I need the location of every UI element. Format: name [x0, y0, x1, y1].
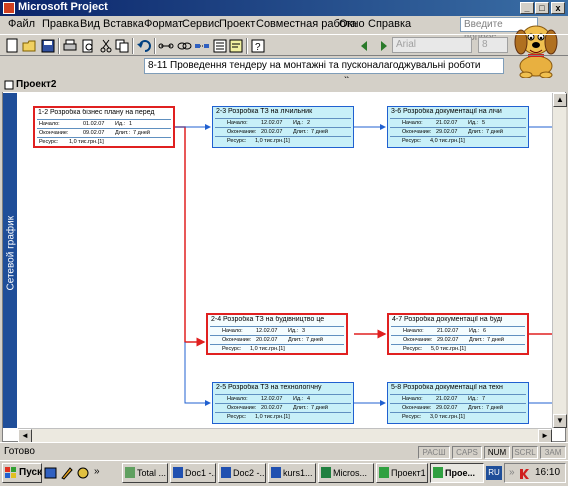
antivirus-k-icon[interactable] — [519, 468, 529, 479]
toolbar-separator — [132, 38, 134, 54]
connector-1-3 — [175, 126, 206, 347]
menu-tools[interactable]: Сервис — [182, 18, 220, 30]
notes-icon[interactable] — [228, 38, 244, 54]
font-size-select[interactable]: 8 — [478, 37, 508, 53]
taskbar-button[interactable]: kurs1... — [268, 463, 316, 483]
menu-file[interactable]: Файл — [8, 18, 35, 30]
quicklaunch-edit-icon[interactable] — [44, 466, 58, 480]
view-bar[interactable]: Сетевой график — [3, 93, 17, 428]
toolbar-separator — [246, 38, 248, 54]
scroll-right-icon[interactable]: ► — [538, 429, 552, 443]
svg-text:?: ? — [255, 42, 261, 53]
taskbar-button[interactable]: Проект1 — [376, 463, 428, 483]
task-node-title: 5-8 Розробка документації на техн — [391, 384, 503, 391]
project-icon — [433, 467, 443, 478]
excel-icon — [321, 467, 331, 478]
menu-help[interactable]: Справка — [368, 18, 411, 30]
task-node[interactable]: 1-2 Розробка бізнес плану на перед Начал… — [33, 106, 175, 148]
task-node-title: 3-6 Розробка документації на лічи — [391, 108, 502, 115]
taskbar-button[interactable]: Doc1 -... — [170, 463, 216, 483]
hyperlink-icon[interactable] — [176, 38, 192, 54]
menu-insert[interactable]: Вставка — [103, 18, 144, 30]
cut-icon[interactable] — [98, 38, 114, 54]
quicklaunch-brush-icon[interactable] — [60, 466, 74, 480]
task-node[interactable]: 2-4 Розробка ТЗ на будівництво це Начало… — [206, 313, 348, 355]
divider — [37, 119, 171, 120]
menu-window[interactable]: Окно — [339, 18, 365, 30]
print-icon[interactable] — [62, 38, 78, 54]
taskbar-button[interactable]: Micros... — [318, 463, 374, 483]
taskbar-button[interactable]: Doc2 -... — [218, 463, 266, 483]
project-window-title: Проект2 — [16, 79, 57, 90]
windows-logo-icon — [5, 467, 16, 478]
save-icon[interactable] — [40, 38, 56, 54]
menu-format[interactable]: Формат — [144, 18, 183, 30]
project-icon — [379, 467, 389, 478]
task-node-title: 1-2 Розробка бізнес плану на перед — [38, 109, 155, 116]
status-bar: Готово РАСШ CAPS NUM SCRL ЗАМ — [0, 442, 568, 460]
window-title-bar[interactable]: Microsoft Project _ □ x — [0, 0, 568, 16]
clock: 16:10 — [535, 467, 561, 478]
system-tray: » 16:10 — [504, 463, 566, 483]
word-icon — [271, 467, 281, 478]
view-label: Сетевой график — [5, 215, 17, 291]
task-info-icon[interactable] — [212, 38, 228, 54]
new-icon[interactable] — [4, 38, 20, 54]
window-title: Microsoft Project — [18, 1, 108, 13]
task-node[interactable]: 4-7 Розробка документації на буді Начало… — [387, 313, 529, 355]
word-icon — [221, 467, 231, 478]
task-name-entry-field[interactable]: 8-11 Проведення тендеру на монтажні та п… — [144, 58, 504, 74]
taskbar-button[interactable]: Total ... — [122, 463, 168, 483]
task-node[interactable]: 5-8 Розробка документації на техн Начало… — [387, 382, 529, 424]
network-diagram-canvas[interactable]: 1-2 Розробка бізнес плану на перед Начал… — [18, 93, 552, 428]
horizontal-scrollbar[interactable]: ◄ ► — [18, 428, 552, 443]
quicklaunch-tool-icon[interactable] — [76, 466, 90, 480]
undo-icon[interactable] — [136, 38, 152, 54]
start-button[interactable]: Пуск — [2, 463, 42, 483]
print-preview-icon[interactable] — [80, 38, 96, 54]
vertical-scrollbar[interactable]: ▲ ▼ — [552, 93, 567, 428]
status-indicator-caps: CAPS — [452, 446, 482, 459]
arrow-right-icon[interactable] — [374, 38, 390, 54]
arrow-left-icon[interactable] — [358, 38, 374, 54]
taskbar-button-active[interactable]: Прое... — [430, 463, 484, 483]
menu-edit[interactable]: Правка — [42, 18, 79, 30]
task-node-title: 4-7 Розробка документації на буді — [392, 316, 503, 323]
copy-icon[interactable] — [114, 38, 130, 54]
split-task-icon[interactable] — [194, 38, 210, 54]
app-icon — [125, 467, 135, 478]
help-icon[interactable]: ? — [250, 38, 266, 54]
word-icon — [173, 467, 183, 478]
project-window-title-bar[interactable]: Проект2 — [2, 78, 566, 92]
scroll-left-icon[interactable]: ◄ — [18, 429, 32, 443]
menu-view[interactable]: Вид — [80, 18, 100, 30]
language-indicator[interactable]: RU — [486, 466, 502, 480]
task-node-title: 2-4 Розробка ТЗ на будівництво це — [211, 316, 325, 323]
task-node[interactable]: 2-3 Розробка ТЗ на лічильник Начало: 12.… — [212, 106, 354, 148]
open-icon[interactable] — [22, 38, 38, 54]
task-node-title: 2-3 Розробка ТЗ на лічильник — [216, 108, 313, 115]
status-text: Готово — [4, 446, 35, 457]
toolbar-separator — [154, 38, 156, 54]
start-label: Пуск — [19, 467, 43, 478]
task-node[interactable]: 3-6 Розробка документації на лічи Начало… — [387, 106, 529, 148]
toolbar-separator — [58, 38, 60, 54]
status-indicator-scrl: SCRL — [512, 446, 538, 459]
scroll-down-icon[interactable]: ▼ — [553, 414, 567, 428]
status-indicator-ovr: ЗАМ — [540, 446, 566, 459]
quicklaunch-more-chevron-icon[interactable]: » — [94, 466, 100, 477]
app-icon — [3, 2, 15, 14]
link-icon[interactable] — [158, 38, 174, 54]
menu-project[interactable]: Проект — [219, 18, 255, 30]
task-node[interactable]: 2-5 Розробка ТЗ на технологічну Начало: … — [212, 382, 354, 424]
tray-expand-icon[interactable]: » — [509, 464, 515, 482]
document-icon — [4, 80, 14, 90]
task-node-title: 2-5 Розробка ТЗ на технологічну — [216, 384, 322, 391]
scroll-up-icon[interactable]: ▲ — [553, 93, 567, 107]
status-indicator-num: NUM — [484, 446, 510, 459]
status-indicator-ext: РАСШ — [418, 446, 450, 459]
font-name-select[interactable]: Arial — [392, 37, 472, 53]
